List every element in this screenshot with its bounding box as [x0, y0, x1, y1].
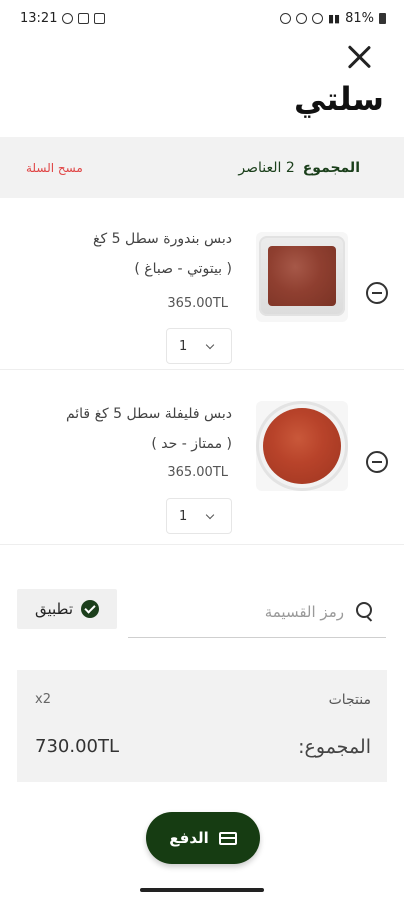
cart-summary: المجموع 2 العناصر	[238, 160, 360, 176]
tomato-paste-tub-image	[259, 236, 345, 316]
item-name: دبس فليفلة سطل 5 كغ قائم ( ممتاز - حد )	[22, 399, 232, 459]
cart-summary-bar: مسح السلة المجموع 2 العناصر	[0, 137, 404, 198]
cart-item: دبس بندورة سطل 5 كغ ( بيتوتي - صباغ ) 36…	[0, 200, 404, 370]
item-name-line2: ( ممتاز - حد )	[151, 436, 232, 452]
summary-total-label: المجموع	[302, 159, 360, 176]
settings-icon	[295, 12, 307, 24]
status-right: ▮▮ 81%	[279, 10, 386, 26]
product-image[interactable]	[256, 232, 348, 322]
quantity-value: 1	[179, 508, 188, 524]
product-image[interactable]	[256, 401, 348, 491]
pepper-paste-bowl-image	[256, 401, 348, 491]
total-label: المجموع:	[298, 736, 371, 758]
document-icon	[94, 12, 106, 24]
products-label: منتجات	[328, 692, 371, 708]
status-bar: 13:21 ▮▮ 81%	[0, 0, 404, 36]
status-time: 13:21	[20, 10, 58, 26]
alarm-icon	[279, 12, 291, 24]
page-title: سلتي	[294, 80, 384, 118]
remove-item-icon[interactable]	[366, 282, 388, 304]
remove-item-icon[interactable]	[366, 451, 388, 473]
apply-coupon-button[interactable]: تطبيق	[17, 589, 117, 629]
chevron-down-icon	[205, 340, 215, 349]
wifi-icon	[311, 12, 323, 24]
item-name-line1: دبس بندورة سطل 5 كغ	[93, 231, 232, 247]
battery-icon	[379, 12, 386, 24]
credit-card-icon	[218, 831, 237, 845]
signal-icon: ▮▮	[327, 11, 341, 25]
quantity-select[interactable]: 1	[166, 498, 232, 534]
quantity-value: 1	[179, 338, 188, 354]
notification-icon	[62, 12, 74, 24]
products-count: x2	[35, 692, 51, 707]
clear-cart-button[interactable]: مسح السلة	[26, 161, 83, 175]
quantity-select[interactable]: 1	[166, 328, 232, 364]
item-name-line2: ( بيتوتي - صباغ )	[134, 261, 232, 277]
item-price: 365.00TL	[167, 465, 228, 480]
gallery-icon	[78, 12, 90, 24]
coupon-input[interactable]	[164, 602, 344, 621]
status-left: 13:21	[20, 10, 106, 26]
battery-level: 81%	[345, 10, 374, 26]
summary-items-count: 2 العناصر	[238, 159, 295, 176]
close-icon[interactable]	[346, 44, 372, 70]
cart-item: دبس فليفلة سطل 5 كغ قائم ( ممتاز - حد ) …	[0, 375, 404, 545]
search-icon	[354, 601, 374, 622]
verified-check-icon	[81, 600, 100, 618]
home-indicator[interactable]	[140, 888, 264, 892]
chevron-down-icon	[205, 510, 215, 519]
checkout-label: الدفع	[169, 829, 209, 847]
coupon-field	[128, 586, 386, 638]
apply-coupon-label: تطبيق	[34, 600, 74, 618]
item-name: دبس بندورة سطل 5 كغ ( بيتوتي - صباغ )	[22, 224, 232, 284]
item-name-line1: دبس فليفلة سطل 5 كغ قائم	[65, 406, 232, 422]
item-price: 365.00TL	[167, 296, 228, 311]
total-value: 730.00TL	[35, 736, 120, 757]
checkout-button[interactable]: الدفع	[146, 812, 260, 864]
order-totals: منتجات x2 المجموع: 730.00TL	[17, 670, 387, 782]
